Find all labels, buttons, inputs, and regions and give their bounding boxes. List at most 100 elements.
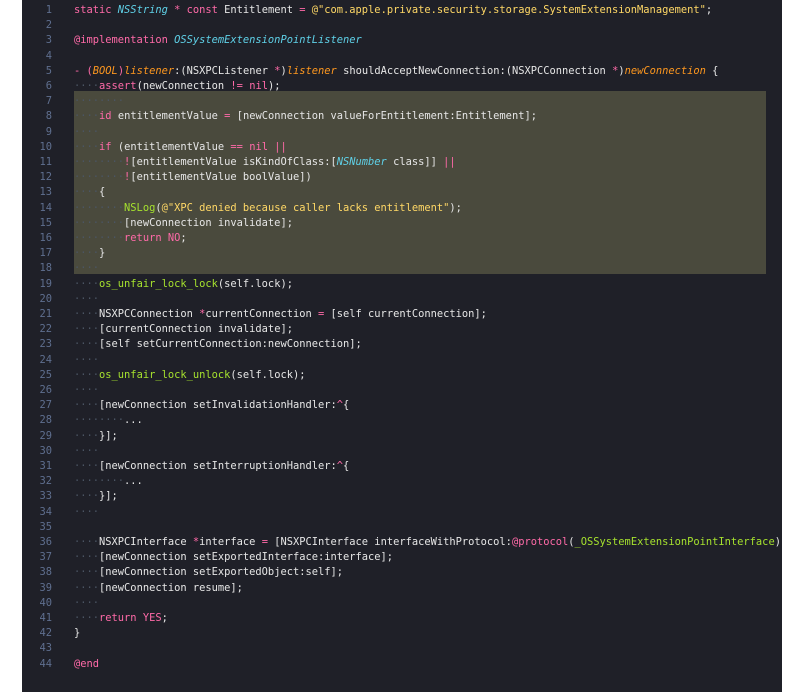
code-text: ········NSLog(@"XPC denied because calle… bbox=[74, 201, 462, 216]
code-token: ···· bbox=[74, 353, 100, 366]
code-text: ····{ bbox=[74, 185, 105, 200]
line-number: 15 bbox=[39, 216, 52, 229]
code-text: ····} bbox=[74, 246, 105, 261]
code-line: 41 ····return YES; bbox=[22, 611, 782, 626]
line-number: 23 bbox=[39, 338, 52, 351]
line-number: 43 bbox=[39, 642, 52, 655]
line-number: 9 bbox=[45, 125, 52, 138]
line-number: 26 bbox=[39, 384, 52, 396]
line-number: 5 bbox=[45, 64, 52, 77]
code-token: (self.lock); bbox=[217, 277, 293, 290]
code-token: @end bbox=[74, 657, 100, 670]
code-text: ···· bbox=[74, 596, 99, 611]
code-text: ····[self setCurrentConnection:newConnec… bbox=[74, 337, 362, 352]
code-text: ····[newConnection setExportedObject:sel… bbox=[74, 565, 343, 580]
line-number: 4 bbox=[45, 49, 52, 62]
code-token: ···· bbox=[74, 338, 100, 351]
line-number: 34 bbox=[39, 505, 52, 518]
code-text: ····[newConnection resume]; bbox=[74, 581, 243, 596]
code-token: ···· bbox=[74, 368, 100, 381]
code-line: 13 ····{ bbox=[22, 185, 782, 200]
code-line: 32 ········... bbox=[22, 474, 782, 489]
code-token: }]; bbox=[99, 429, 118, 442]
code-line: 1 static NSString * const Entitlement = @… bbox=[22, 3, 782, 18]
code-token: id bbox=[99, 110, 118, 123]
code-token: ···· bbox=[74, 596, 100, 609]
code-text: ···· bbox=[74, 505, 99, 520]
code-token: ········ bbox=[74, 156, 125, 168]
code-token: newConnection bbox=[624, 64, 706, 77]
code-text: ········... bbox=[74, 413, 143, 428]
code-text: ····[newConnection setInterruptionHandle… bbox=[74, 459, 349, 474]
code-token: NSXPCInterface bbox=[99, 536, 193, 548]
code-line: 42} bbox=[22, 626, 782, 641]
line-number: 41 bbox=[39, 612, 52, 624]
code-token: { bbox=[705, 64, 719, 77]
line-number: 12 bbox=[39, 171, 52, 184]
code-token: ... bbox=[124, 475, 143, 488]
code-token: ···· bbox=[74, 429, 100, 442]
code-token: ···· bbox=[74, 308, 100, 320]
line-number: 37 bbox=[39, 551, 52, 564]
line-number: 32 bbox=[39, 475, 52, 488]
code-text: ········... bbox=[74, 474, 143, 489]
code-token: ···· bbox=[74, 125, 100, 138]
code-token: [self currentConnection]; bbox=[330, 308, 487, 320]
code-line: 5 - (BOOL)listener:(NSXPCListener *)liste… bbox=[22, 64, 782, 79]
code-text: ········[newConnection invalidate]; bbox=[74, 216, 293, 231]
code-token: [self setCurrentConnection:newConnection… bbox=[99, 338, 362, 351]
code-token: = bbox=[261, 536, 275, 548]
code-token: = bbox=[318, 308, 331, 320]
code-line: 37 ····[newConnection setExportedInterfac… bbox=[22, 550, 782, 565]
line-number: 31 bbox=[39, 460, 52, 472]
code-token: ···· bbox=[74, 277, 100, 290]
code-token: [NSXPCInterface interfaceWithProtocol: bbox=[274, 536, 512, 548]
code-token: [newConnection invalidate]; bbox=[124, 216, 293, 229]
code-text: ········![entitlementValue isKindOfClass… bbox=[74, 155, 456, 170]
line-number: 7 bbox=[45, 95, 52, 108]
code-token: ···· bbox=[74, 80, 100, 92]
code-line: 3 @implementation OSSystemExtensionPointL… bbox=[22, 33, 782, 48]
code-token: ···· bbox=[74, 292, 100, 305]
code-token: { bbox=[343, 460, 350, 472]
code-line: 28 ········... bbox=[22, 413, 782, 428]
code-token: listener bbox=[286, 64, 344, 77]
code-token: :(NSXPCListener bbox=[174, 64, 275, 77]
code-text: ····return YES; bbox=[74, 611, 168, 626]
code-token: ... bbox=[124, 414, 143, 427]
line-number: 22 bbox=[39, 323, 52, 336]
line-number: 27 bbox=[39, 399, 52, 412]
code-token: [newConnection setInvalidationHandler: bbox=[99, 399, 337, 412]
code-line: 30 ···· bbox=[22, 444, 782, 459]
code-text: ···· bbox=[74, 292, 99, 307]
code-line: 17 ····} bbox=[22, 246, 782, 261]
code-token: [newConnection valueForEntitlement:Entit… bbox=[236, 110, 537, 123]
code-line: 16 ········return NO; bbox=[22, 231, 782, 246]
code-token: if bbox=[99, 140, 118, 153]
code-token: [newConnection setExportedObject:self]; bbox=[99, 566, 344, 579]
code-text: ····os_unfair_lock_unlock(self.lock); bbox=[74, 368, 305, 383]
code-token: [newConnection setInterruptionHandler: bbox=[99, 460, 337, 472]
code-token: ); bbox=[267, 80, 281, 92]
code-token: != nil bbox=[230, 80, 268, 92]
code-token: interface bbox=[199, 536, 262, 548]
code-line: 36 ····NSXPCInterface *interface = [NSXPC… bbox=[22, 535, 782, 550]
code-token: ···· bbox=[74, 262, 100, 275]
code-line: 26 ···· bbox=[22, 383, 782, 398]
code-line: 12 ········![entitlementValue boolValue]) bbox=[22, 170, 782, 185]
code-token: = bbox=[224, 110, 237, 123]
code-token: == nil || bbox=[230, 140, 287, 153]
line-number: 39 bbox=[39, 581, 52, 594]
code-token: @"XPC denied because caller lacks entitl… bbox=[161, 201, 450, 214]
line-number: 38 bbox=[39, 566, 52, 579]
code-editor[interactable]: 1 static NSString * const Entitlement = @… bbox=[22, 0, 782, 692]
code-text: ···· bbox=[74, 444, 99, 459]
line-number: 3 bbox=[45, 34, 52, 47]
code-token: NSXPCConnection bbox=[99, 308, 200, 320]
code-token: = bbox=[299, 4, 312, 16]
line-number: 25 bbox=[39, 368, 52, 381]
code-line: 27 ····[newConnection setInvalidationHand… bbox=[22, 398, 782, 413]
code-token: } bbox=[74, 627, 81, 640]
code-text: ····[newConnection setExportedInterface:… bbox=[74, 550, 393, 565]
code-text: ····assert(newConnection != nil); bbox=[74, 79, 280, 94]
